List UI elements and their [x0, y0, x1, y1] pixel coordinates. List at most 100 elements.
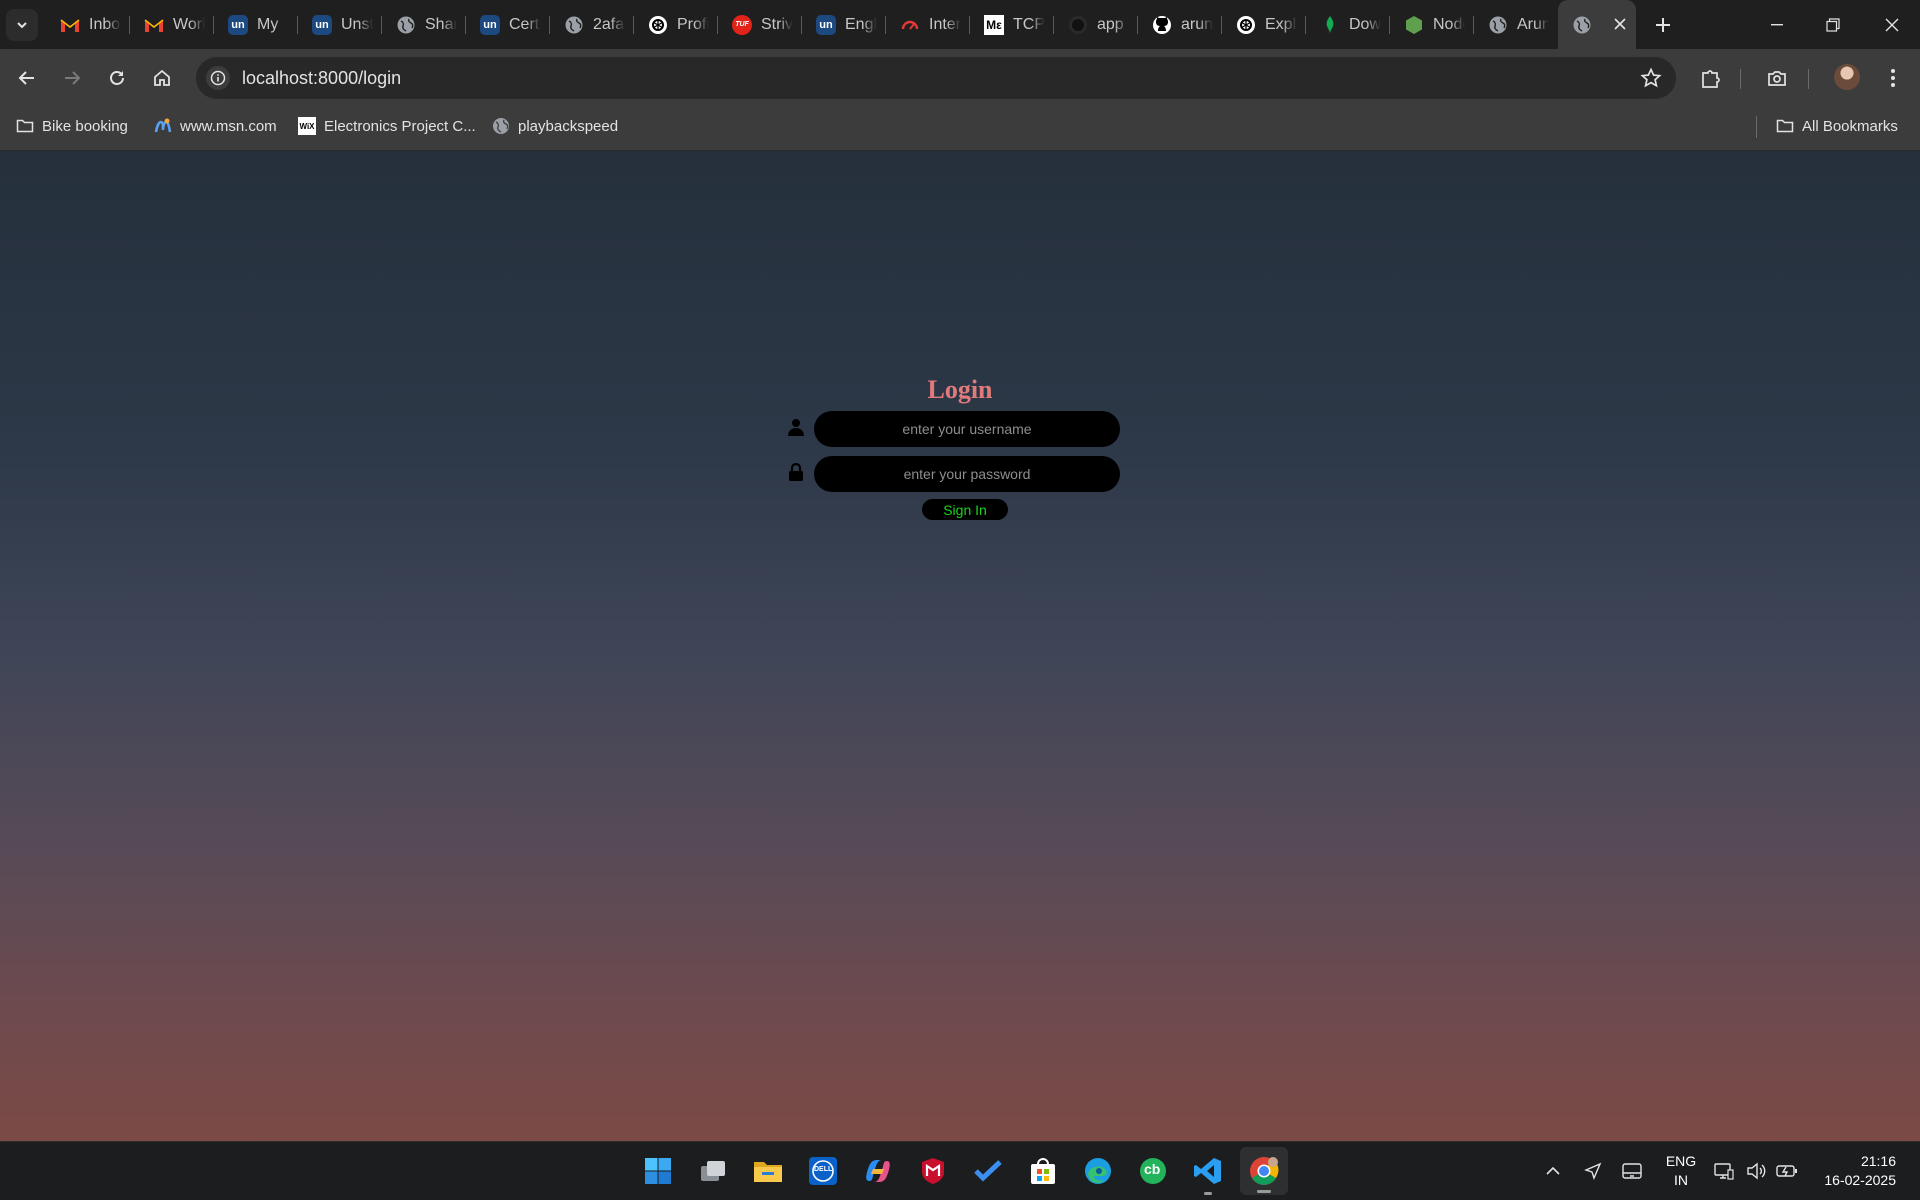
chrome-icon [1250, 1157, 1279, 1185]
extensions-button[interactable] [1694, 61, 1728, 95]
tab[interactable]: Profile [634, 0, 718, 49]
reload-button[interactable] [100, 61, 134, 95]
username-input[interactable] [814, 411, 1120, 447]
tab[interactable]: Download [1306, 0, 1390, 49]
language-region: IN [1674, 1172, 1688, 1188]
network-icon [1714, 1163, 1734, 1180]
language-code: ENG [1665, 1153, 1697, 1169]
bookmark-star-button[interactable] [1640, 67, 1662, 94]
gmail-icon [60, 15, 80, 35]
tab[interactable]: Node [1390, 0, 1474, 49]
tab[interactable]: Arun [1474, 0, 1558, 49]
tab-label: Download [1349, 15, 1381, 33]
unstop-logo-text: un [480, 14, 500, 35]
tab-label: Striver [761, 15, 793, 33]
medium-icon: Mε [984, 14, 1004, 35]
forward-button[interactable] [55, 61, 89, 95]
edge-button[interactable] [1080, 1153, 1116, 1189]
tab[interactable]: Inbox [46, 0, 130, 49]
minimize-button[interactable] [1749, 0, 1805, 49]
tab-label: Explore [1265, 15, 1297, 33]
tab-label: My [257, 15, 279, 33]
tab[interactable]: TUF Striver [718, 0, 802, 49]
tab[interactable]: app [1054, 0, 1138, 49]
close-icon [1614, 18, 1626, 30]
home-button[interactable] [145, 61, 179, 95]
msn-icon [154, 117, 172, 135]
codeblocks-button[interactable]: cb [1135, 1153, 1171, 1189]
globe-icon [1488, 15, 1508, 35]
tab-label: 2afa [593, 15, 625, 33]
running-indicator [1257, 1190, 1271, 1193]
edge-icon [1085, 1158, 1111, 1184]
password-input[interactable] [814, 456, 1120, 492]
location-arrow-icon [1584, 1162, 1602, 1180]
battery-button[interactable] [1775, 1156, 1799, 1186]
vscode-button[interactable] [1190, 1153, 1226, 1195]
bookmark-bike-booking[interactable]: Bike booking [16, 106, 128, 146]
tab[interactable]: Share [382, 0, 466, 49]
menu-button[interactable] [1876, 61, 1910, 95]
windows-logo-icon [645, 1158, 671, 1184]
tab[interactable]: un English [802, 0, 886, 49]
tab-label: Share [425, 15, 457, 33]
clock-date: 16-02-2025 [1824, 1172, 1896, 1188]
battery-charging-icon [1776, 1165, 1797, 1177]
bookmark-electronics[interactable]: WiX Electronics Project C... [298, 106, 476, 146]
tab[interactable]: arun [1138, 0, 1222, 49]
task-view-button[interactable] [695, 1153, 731, 1189]
store-button[interactable] [1025, 1153, 1061, 1189]
tab-active[interactable] [1558, 0, 1636, 49]
restore-button[interactable] [1805, 0, 1861, 49]
profile-avatar[interactable] [1834, 64, 1860, 90]
tablet-mode-button[interactable] [1619, 1156, 1645, 1186]
close-window-button[interactable] [1864, 0, 1920, 49]
unstop-icon: un [480, 14, 500, 35]
screenshot-button[interactable] [1760, 61, 1794, 95]
location-button[interactable] [1580, 1156, 1606, 1186]
start-button[interactable] [640, 1153, 676, 1189]
address-bar[interactable]: localhost:8000/login [196, 57, 1676, 99]
tab[interactable]: Interview [886, 0, 970, 49]
site-info-button[interactable] [206, 66, 230, 90]
all-bookmarks-button[interactable]: All Bookmarks [1776, 106, 1898, 146]
bookmark-playbackspeed[interactable]: playbackspeed [492, 106, 618, 146]
globe-icon [1572, 15, 1592, 35]
copilot-button[interactable] [860, 1153, 896, 1189]
todo-button[interactable] [970, 1153, 1006, 1189]
chrome-button[interactable] [1240, 1147, 1288, 1195]
show-hidden-icons-button[interactable] [1540, 1156, 1566, 1186]
tab[interactable]: Mε TCP [970, 0, 1054, 49]
info-icon [210, 70, 226, 86]
tab[interactable]: un My [214, 0, 298, 49]
input-language[interactable]: ENG IN [1660, 1152, 1702, 1190]
mcafee-button[interactable] [915, 1153, 951, 1189]
file-explorer-button[interactable] [750, 1153, 786, 1189]
tab-label: app [1097, 15, 1124, 33]
volume-button[interactable] [1744, 1156, 1768, 1186]
new-tab-button[interactable] [1648, 10, 1678, 40]
url-text[interactable]: localhost:8000/login [242, 68, 401, 89]
dell-app-button[interactable]: DELL [805, 1153, 841, 1189]
bookmark-msn[interactable]: www.msn.com [154, 106, 277, 146]
tab[interactable]: un Unstop [298, 0, 382, 49]
tab[interactable]: Explore [1222, 0, 1306, 49]
tab-label: Arun [1517, 15, 1549, 33]
chevron-down-icon [17, 22, 27, 29]
arrow-left-icon [18, 71, 34, 85]
tab-search-button[interactable] [6, 9, 38, 41]
browser-toolbar: localhost:8000/login [0, 49, 1920, 106]
network-button[interactable] [1712, 1156, 1736, 1186]
close-tab-button[interactable] [1614, 14, 1626, 34]
back-button[interactable] [10, 61, 44, 95]
vscode-icon [1194, 1158, 1221, 1184]
clock[interactable]: 21:16 16-02-2025 [1812, 1152, 1912, 1190]
codeblocks-logo-text: cb [1144, 1161, 1161, 1177]
tab[interactable]: 2afa [550, 0, 634, 49]
mcafee-shield-icon [922, 1158, 944, 1184]
sign-in-button[interactable]: Sign In [922, 499, 1008, 520]
minimize-icon [1771, 23, 1783, 25]
gauge-icon [900, 15, 920, 35]
tab[interactable]: Workspace [130, 0, 214, 49]
tab[interactable]: un Certificate [466, 0, 550, 49]
